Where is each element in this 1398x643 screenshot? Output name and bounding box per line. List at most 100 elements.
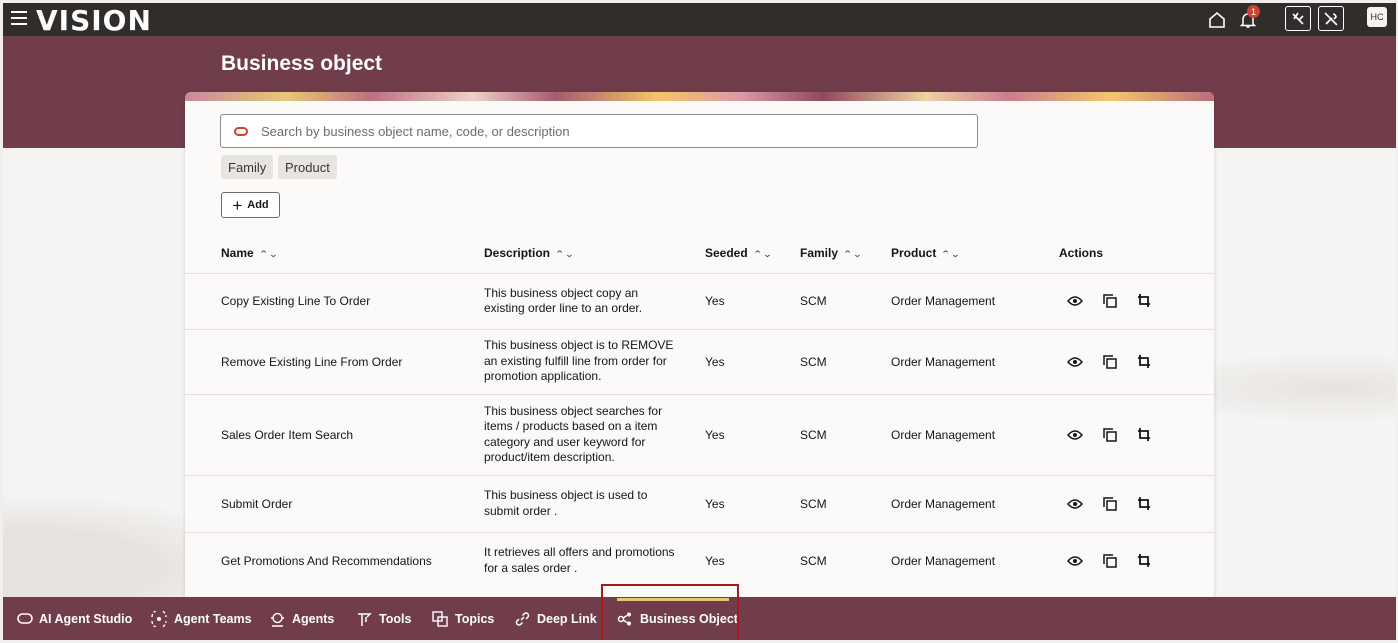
column-header-actions: Actions xyxy=(1059,233,1214,273)
sort-icon: ⌃⌄ xyxy=(258,248,279,259)
accessibility-icon xyxy=(1292,12,1304,25)
crop-icon[interactable] xyxy=(1136,495,1154,513)
highlight-box xyxy=(601,584,739,640)
user-avatar[interactable]: HC xyxy=(1367,7,1387,27)
cell-name: Sales Order Item Search xyxy=(185,393,484,475)
cell-name: Remove Existing Line From Order xyxy=(185,328,484,394)
tools-toggle-button[interactable] xyxy=(1318,6,1344,31)
duplicate-icon[interactable] xyxy=(1101,495,1119,513)
tools-icon xyxy=(358,612,372,626)
search-input[interactable] xyxy=(259,122,959,140)
nav-tools[interactable]: Tools xyxy=(356,597,411,640)
menu-icon[interactable] xyxy=(11,11,27,25)
sort-icon: ⌃⌄ xyxy=(554,248,575,259)
oracle-search-icon xyxy=(234,126,248,136)
sort-icon: ⌃⌄ xyxy=(752,248,773,259)
column-header-name-label: Name xyxy=(221,245,254,260)
cell-product: Order Management xyxy=(891,531,1059,589)
nav-label: Agents xyxy=(292,611,335,626)
cell-name: Copy Existing Line To Order xyxy=(185,272,484,329)
cell-seeded: Yes xyxy=(705,393,800,475)
cell-seeded: Yes xyxy=(705,474,800,532)
cell-family: SCM xyxy=(800,531,891,589)
cell-product: Order Management xyxy=(891,474,1059,532)
cell-seeded: Yes xyxy=(705,272,800,329)
notification-badge: 1 xyxy=(1247,5,1260,18)
plus-icon: + xyxy=(232,195,243,215)
nav-topics[interactable]: Topics xyxy=(432,597,494,640)
sort-icon: ⌃⌄ xyxy=(842,248,863,259)
card-decoration xyxy=(185,92,1214,101)
nav-label: Topics xyxy=(455,611,495,626)
cell-seeded: Yes xyxy=(705,328,800,394)
search-bar[interactable] xyxy=(220,114,978,148)
view-icon[interactable] xyxy=(1066,552,1084,570)
cell-actions xyxy=(1059,474,1214,532)
filter-chip-family[interactable]: Family xyxy=(221,155,274,179)
table-row[interactable]: Sales Order Item Search This business ob… xyxy=(185,393,1214,475)
app-window: VISION 1 HC Business object Family Produ… xyxy=(3,3,1396,640)
add-button-label: Add xyxy=(247,199,269,211)
filter-chip-product[interactable]: Product xyxy=(278,155,337,179)
duplicate-icon[interactable] xyxy=(1101,353,1119,371)
cell-family: SCM xyxy=(800,393,891,475)
top-bar: VISION 1 HC xyxy=(3,3,1396,37)
accessibility-button[interactable] xyxy=(1285,6,1311,31)
table-row[interactable]: Copy Existing Line To Order This busines… xyxy=(185,272,1214,329)
column-header-product[interactable]: Product ⌃⌄ xyxy=(891,233,1059,273)
page-title: Business object xyxy=(221,52,383,75)
table-row[interactable]: Remove Existing Line From Order This bus… xyxy=(185,328,1214,394)
crop-icon[interactable] xyxy=(1136,353,1154,371)
nav-ai-agent-studio[interactable]: AI Agent Studio xyxy=(17,597,132,640)
column-header-family-label: Family xyxy=(800,245,839,260)
cell-name: Get Promotions And Recommendations xyxy=(185,531,484,589)
cell-actions xyxy=(1059,272,1214,329)
cell-actions xyxy=(1059,531,1214,589)
nav-label: Tools xyxy=(379,611,412,626)
crop-icon[interactable] xyxy=(1136,292,1154,310)
link-icon xyxy=(515,611,530,626)
table-row[interactable]: Submit Order This business object is use… xyxy=(185,474,1214,532)
cell-family: SCM xyxy=(800,328,891,394)
duplicate-icon[interactable] xyxy=(1101,292,1119,310)
crop-icon[interactable] xyxy=(1136,426,1154,444)
home-icon[interactable] xyxy=(1205,8,1229,32)
column-header-actions-label: Actions xyxy=(1059,245,1104,260)
nav-label: AI Agent Studio xyxy=(39,611,133,626)
agent-teams-icon xyxy=(151,610,167,627)
cell-description: It retrieves all offers and promotions f… xyxy=(484,531,705,589)
wrench-off-icon xyxy=(1324,11,1338,26)
nav-agent-teams[interactable]: Agent Teams xyxy=(150,597,252,640)
view-icon[interactable] xyxy=(1066,353,1084,371)
column-header-description[interactable]: Description ⌃⌄ xyxy=(484,233,705,273)
cell-family: SCM xyxy=(800,272,891,329)
cell-description: This business object copy an existing or… xyxy=(484,272,705,329)
column-header-name[interactable]: Name ⌃⌄ xyxy=(185,233,484,273)
business-object-card: Family Product + Add Name ⌃⌄ Description⌃… xyxy=(185,92,1214,612)
cell-description: This business object is to REMOVE an exi… xyxy=(484,328,705,394)
duplicate-icon[interactable] xyxy=(1101,426,1119,444)
view-icon[interactable] xyxy=(1066,426,1084,444)
crop-icon[interactable] xyxy=(1136,552,1154,570)
nav-deep-link[interactable]: Deep Link xyxy=(514,597,597,640)
nav-label: Deep Link xyxy=(537,611,597,626)
add-button[interactable]: + Add xyxy=(221,192,280,218)
nav-agents[interactable]: Agents xyxy=(269,597,334,640)
agents-icon xyxy=(271,612,284,627)
cell-product: Order Management xyxy=(891,328,1059,394)
sort-icon: ⌃⌄ xyxy=(941,248,961,259)
column-header-product-label: Product xyxy=(891,245,937,260)
column-header-family[interactable]: Family ⌃⌄ xyxy=(800,233,891,273)
view-icon[interactable] xyxy=(1066,292,1084,310)
cell-description: This business object is used to submit o… xyxy=(484,474,705,532)
table-header-row: Name ⌃⌄ Description ⌃⌄ Seeded ⌃⌄ Family ⌃⌄ P… xyxy=(185,233,1214,273)
duplicate-icon[interactable] xyxy=(1101,552,1119,570)
table-row[interactable]: Get Promotions And Recommendations It re… xyxy=(185,531,1214,589)
cell-product: Order Management xyxy=(891,272,1059,329)
column-header-seeded[interactable]: Seeded ⌃⌄ xyxy=(705,233,800,273)
view-icon[interactable] xyxy=(1066,495,1084,513)
cell-seeded: Yes xyxy=(705,531,800,589)
cell-name: Submit Order xyxy=(185,474,484,532)
app-logo: VISION xyxy=(36,4,152,37)
column-header-seeded-label: Seeded xyxy=(705,245,748,260)
